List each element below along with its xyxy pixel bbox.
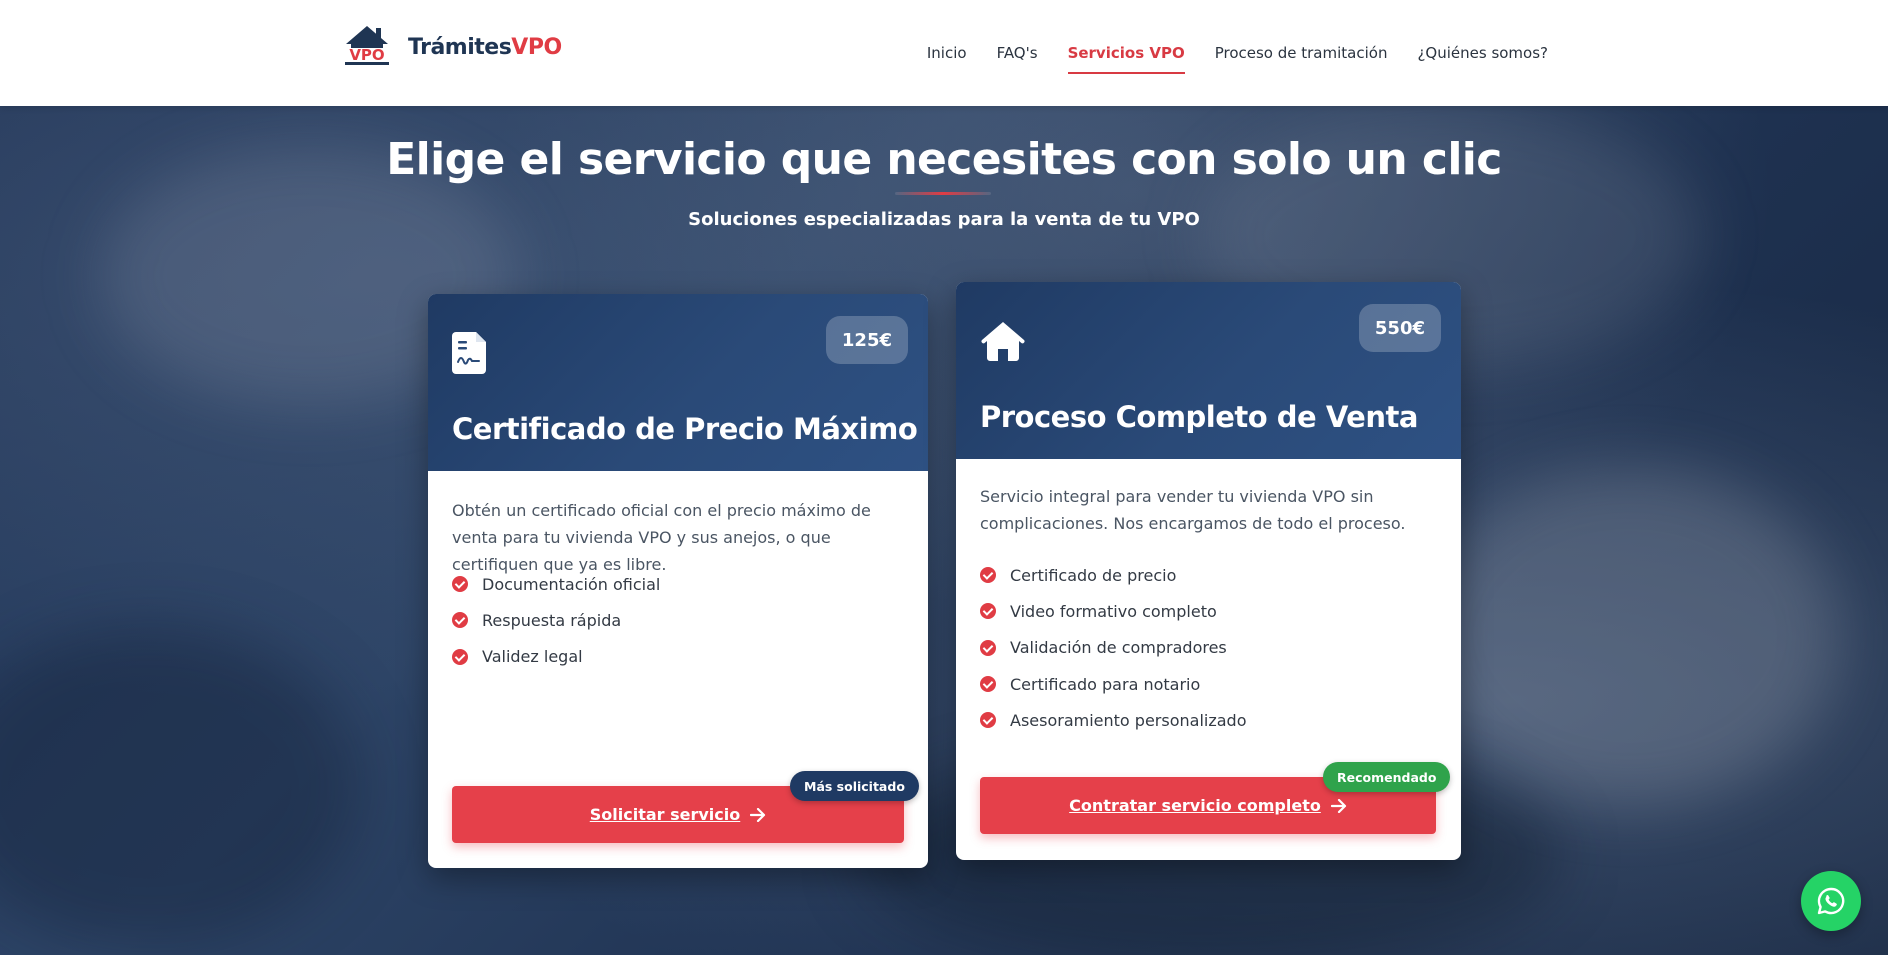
nav-item-proceso-tramitacion[interactable]: Proceso de tramitación <box>1215 0 1388 106</box>
feature-item: Validez legal <box>452 639 660 675</box>
card-description: Servicio integral para vender tu viviend… <box>980 487 1406 533</box>
feature-item: Certificado de precio <box>980 557 1246 593</box>
card-title: Certificado de Precio Máximo <box>452 412 918 446</box>
cta-label: Solicitar servicio <box>589 805 741 824</box>
background-photo-blur <box>0 626 360 946</box>
feature-label: Certificado de precio <box>1010 565 1177 585</box>
nav-item-quienes-somos[interactable]: ¿Quiénes somos? <box>1417 0 1548 106</box>
feature-item: Documentación oficial <box>452 566 660 602</box>
check-circle-icon <box>452 576 468 593</box>
document-certificate-icon <box>452 332 486 374</box>
check-circle-icon <box>980 712 996 729</box>
svg-text:VPO: VPO <box>349 46 384 64</box>
site-logo[interactable]: VPO TrámitesVPO <box>342 22 562 72</box>
feature-label: Validación de compradores <box>1010 638 1227 658</box>
feature-label: Video formativo completo <box>1010 601 1217 621</box>
mas-solicitado-badge: Más solicitado <box>790 771 919 801</box>
recomendado-badge: Recomendado <box>1323 762 1451 792</box>
check-circle-icon <box>980 639 996 656</box>
background-photo-blur <box>1420 466 1840 806</box>
feature-label: Respuesta rápida <box>482 610 622 630</box>
hero-title: Elige el servicio que necesites con solo… <box>386 134 1502 185</box>
logo-text: TrámitesVPO <box>408 35 562 60</box>
check-circle-icon <box>452 648 468 665</box>
check-circle-icon <box>980 603 996 620</box>
arrow-right-icon <box>750 807 766 822</box>
feature-item: Validación de compradores <box>980 630 1246 666</box>
feature-list: Certificado de precio Video formativo co… <box>980 557 1246 738</box>
feature-label: Documentación oficial <box>482 574 661 594</box>
feature-list: Documentación oficial Respuesta rápida V… <box>452 566 660 675</box>
feature-item: Video formativo completo <box>980 593 1246 629</box>
hero-divider <box>895 192 991 195</box>
logo-text-part1: Trámites <box>408 34 512 60</box>
check-circle-icon <box>452 612 468 629</box>
whatsapp-icon <box>1817 887 1845 915</box>
nav-item-inicio[interactable]: Inicio <box>927 0 967 106</box>
house-icon <box>981 322 1025 361</box>
card-title: Proceso Completo de Venta <box>980 400 1418 434</box>
hero-subtitle: Soluciones especializadas para la venta … <box>688 209 1200 230</box>
arrow-right-icon <box>1330 798 1346 813</box>
check-circle-icon <box>980 567 996 584</box>
feature-item: Respuesta rápida <box>452 602 660 638</box>
nav-item-servicios-vpo[interactable]: Servicios VPO <box>1067 0 1185 106</box>
price-badge: 550€ <box>1358 304 1441 352</box>
logo-text-part2: VPO <box>511 34 562 60</box>
nav-item-faqs[interactable]: FAQ's <box>997 0 1038 106</box>
main-nav: Inicio FAQ's Servicios VPO Proceso de tr… <box>897 0 1548 106</box>
feature-label: Certificado para notario <box>1010 674 1201 694</box>
card-header: 550€ Proceso Completo de Venta <box>956 282 1461 459</box>
price-badge: 125€ <box>825 316 908 364</box>
check-circle-icon <box>980 676 996 693</box>
feature-label: Validez legal <box>482 647 583 667</box>
feature-label: Asesoramiento personalizado <box>1010 710 1247 730</box>
site-header: VPO TrámitesVPO Inicio FAQ's Servicios V… <box>0 0 1888 106</box>
cta-label: Contratar servicio completo <box>1069 796 1321 815</box>
services-hero: Elige el servicio que necesites con solo… <box>0 106 1888 955</box>
feature-item: Asesoramiento personalizado <box>980 702 1246 738</box>
whatsapp-button[interactable] <box>1801 871 1861 931</box>
house-logo-icon: VPO <box>345 26 389 65</box>
feature-item: Certificado para notario <box>980 666 1246 702</box>
card-header: 125€ Certificado de Precio Máximo <box>428 294 928 471</box>
